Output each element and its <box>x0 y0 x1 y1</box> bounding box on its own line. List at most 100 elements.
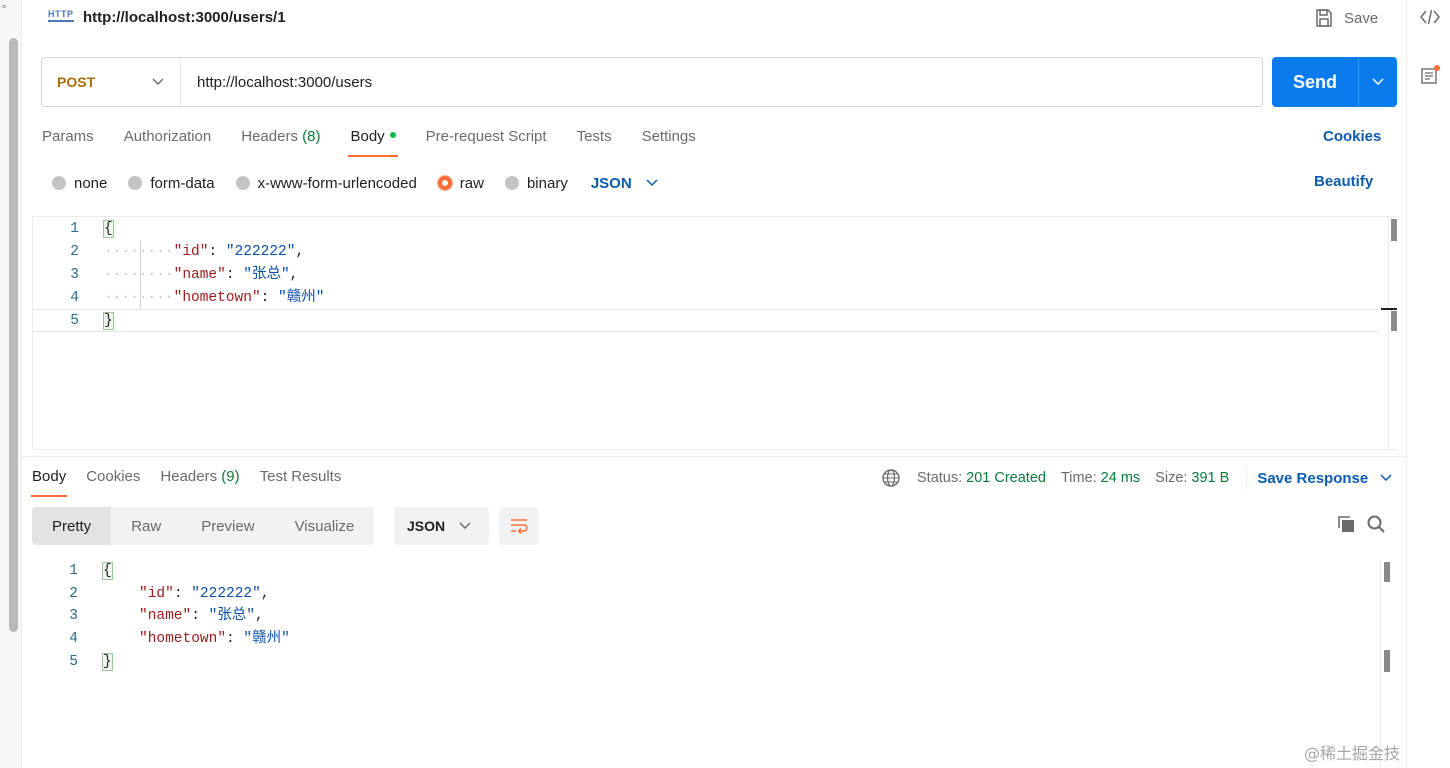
radio-circle <box>52 176 66 190</box>
json-sep: : <box>208 244 226 260</box>
response-format-select[interactable]: JSON <box>394 507 489 545</box>
response-body-viewer[interactable]: 1 { 2 "id": "222222", 3 "name": "张总", 4 … <box>32 560 1397 768</box>
tab-label: Params <box>42 128 94 145</box>
cookies-link[interactable]: Cookies <box>1323 128 1381 145</box>
view-raw-button[interactable]: Raw <box>111 507 181 545</box>
tab-settings[interactable]: Settings <box>642 126 696 157</box>
json-key: "name" <box>173 267 226 283</box>
tab-label: Headers <box>160 468 218 485</box>
view-pretty-button[interactable]: Pretty <box>32 507 112 545</box>
tab-label: Pre-request Script <box>425 128 547 145</box>
brace: { <box>102 562 113 580</box>
code-line-current: 5 } <box>33 309 1378 332</box>
response-scroll-thumb[interactable] <box>1384 562 1390 582</box>
code-line: 3 "name": "张总", <box>32 605 1377 628</box>
view-preview-button[interactable]: Preview <box>181 507 274 545</box>
json-value: "222222" <box>191 586 261 602</box>
radio-x-www-form-urlencoded[interactable]: x-www-form-urlencoded <box>235 174 417 192</box>
save-button[interactable]: Save <box>1314 6 1378 30</box>
json-sep: : <box>226 631 244 647</box>
code-line: 1 { <box>33 218 1378 241</box>
json-sep: : <box>173 586 192 602</box>
radio-label: x-www-form-urlencoded <box>257 174 417 192</box>
line-number: 1 <box>70 221 79 237</box>
tab-tests[interactable]: Tests <box>577 126 612 157</box>
json-key: "hometown" <box>139 631 227 647</box>
response-tab-headers[interactable]: Headers (9) <box>160 466 239 497</box>
response-tabs: Body Cookies Headers (9) Test Results <box>30 466 342 498</box>
tab-pre-request-script[interactable]: Pre-request Script <box>426 126 547 157</box>
request-title[interactable]: http://localhost:3000/users/1 <box>83 9 286 26</box>
radio-binary[interactable]: binary <box>504 174 568 192</box>
line-number: 3 <box>70 267 79 283</box>
line-number: 4 <box>70 290 79 306</box>
tab-label: Body <box>350 128 385 145</box>
globe-icon[interactable] <box>881 468 901 488</box>
save-response-button[interactable]: Save Response <box>1257 470 1392 487</box>
radio-none[interactable]: none <box>52 175 107 192</box>
radio-circle-selected <box>437 176 452 190</box>
http-icon: HTTP <box>48 9 74 22</box>
json-value: "张总" <box>243 267 290 283</box>
tab-authorization[interactable]: Authorization <box>124 126 212 157</box>
radio-form-data[interactable]: form-data <box>128 174 215 192</box>
body-format-value: JSON <box>590 174 632 192</box>
time-label: Time: <box>1060 470 1097 486</box>
request-body-editor[interactable]: 1 { 2 ········"id": "222222", 3 ········… <box>32 216 1398 451</box>
main-panel: HTTP http://localhost:3000/users/1 Save … <box>22 0 1406 768</box>
send-button[interactable]: Send <box>1272 57 1397 107</box>
right-sidebar <box>1406 0 1450 768</box>
url-input[interactable] <box>181 73 1262 91</box>
left-scrollbar[interactable] <box>9 38 18 632</box>
size-value[interactable]: 391 B <box>1191 470 1229 486</box>
response-divider[interactable] <box>22 456 1406 457</box>
code-text: "id": "222222", <box>139 583 270 606</box>
status-value[interactable]: 201 Created <box>966 470 1046 486</box>
search-icon[interactable] <box>1366 514 1386 537</box>
response-tab-cookies[interactable]: Cookies <box>86 466 140 497</box>
json-value: "赣州" <box>243 631 290 647</box>
code-text: { <box>102 560 113 583</box>
divider <box>1246 467 1248 489</box>
tab-params[interactable]: Params <box>42 126 94 157</box>
json-value: "赣州" <box>278 290 325 306</box>
time-value[interactable]: 24 ms <box>1101 470 1141 486</box>
body-format-select[interactable]: JSON <box>591 175 658 192</box>
response-tab-test-results[interactable]: Test Results <box>260 466 342 497</box>
json-value: "222222" <box>225 244 296 260</box>
radio-label: binary <box>526 174 568 192</box>
json-key: "id" <box>173 244 209 260</box>
collapse-dot-icon[interactable]: ° <box>2 4 6 16</box>
send-options-button[interactable] <box>1358 57 1397 107</box>
radio-circle <box>235 176 250 190</box>
radio-circle <box>128 176 143 190</box>
line-number: 5 <box>70 313 79 329</box>
info-panel-icon[interactable] <box>1419 64 1441 86</box>
line-number: 1 <box>69 563 78 579</box>
code-icon[interactable] <box>1419 6 1441 28</box>
json-sep: : <box>191 608 209 624</box>
json-tail: , <box>289 267 299 283</box>
modified-dot-icon <box>389 132 396 139</box>
beautify-button[interactable]: Beautify <box>1314 173 1373 190</box>
copy-icon[interactable] <box>1336 514 1356 537</box>
method-select[interactable]: POST <box>42 58 181 106</box>
tab-headers[interactable]: Headers (8) <box>241 126 320 157</box>
radio-raw[interactable]: raw <box>437 175 484 192</box>
editor-scroll-thumb[interactable] <box>1391 219 1397 241</box>
view-visualize-button[interactable]: Visualize <box>275 507 375 545</box>
brace: { <box>103 220 114 238</box>
wrap-lines-button[interactable] <box>499 507 539 545</box>
save-response-label: Save Response <box>1257 469 1369 487</box>
url-bar: POST <box>41 57 1263 107</box>
response-tab-body[interactable]: Body <box>30 466 68 497</box>
tab-body[interactable]: Body <box>348 126 398 157</box>
editor-scrollbar[interactable] <box>1388 217 1398 451</box>
editor-scroll-thumb[interactable] <box>1391 311 1397 331</box>
code-text: } <box>103 310 114 333</box>
line-number: 4 <box>69 631 78 647</box>
body-type-radios: none form-data x-www-form-urlencoded raw… <box>52 172 658 194</box>
headers-count: (8) <box>302 128 321 145</box>
radio-label: form-data <box>150 174 215 192</box>
response-scroll-thumb[interactable] <box>1384 650 1390 672</box>
